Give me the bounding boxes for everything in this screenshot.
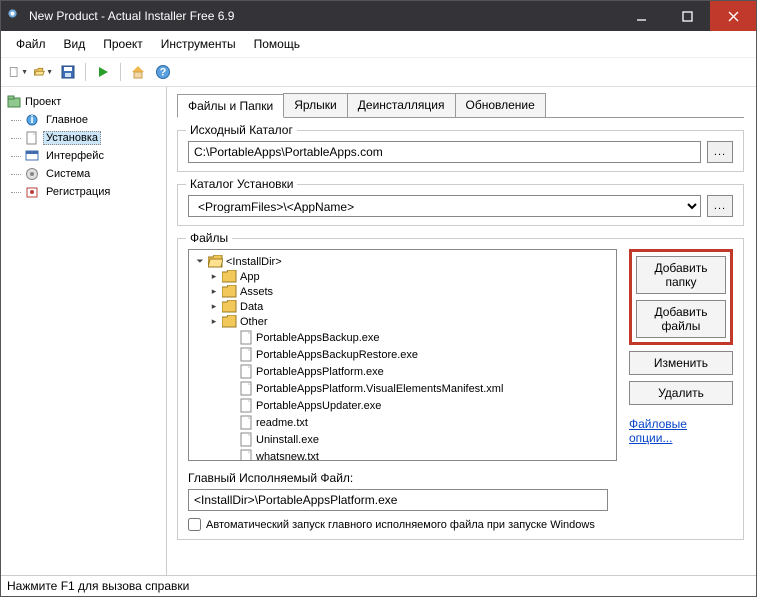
group-source-dir: Исходный Каталог ... <box>177 130 744 172</box>
main-exe-input[interactable] <box>188 489 608 511</box>
autorun-checkbox[interactable] <box>188 518 201 531</box>
sidebar-item-registration[interactable]: Регистрация <box>5 183 162 201</box>
group-install-dir: Каталог Установки <ProgramFiles>\<AppNam… <box>177 184 744 226</box>
tree-file[interactable]: PortableAppsPlatform.exe <box>227 363 610 380</box>
add-files-button[interactable]: Добавить файлы <box>636 300 726 338</box>
sidebar-item-install[interactable]: Установка <box>5 129 162 147</box>
toolbar: ▼ ▼ ? <box>1 58 756 87</box>
install-dir-browse-button[interactable]: ... <box>707 195 733 217</box>
delete-button[interactable]: Удалить <box>629 381 733 405</box>
tree-file[interactable]: PortableAppsBackup.exe <box>227 329 610 346</box>
tab-files[interactable]: Файлы и Папки <box>177 94 284 118</box>
sidebar-item-interface[interactable]: Интерфейс <box>5 147 162 165</box>
autorun-checkbox-row[interactable]: Автоматический запуск главного исполняем… <box>188 518 733 531</box>
highlight-box: Добавить папку Добавить файлы <box>629 249 733 345</box>
maximize-button[interactable] <box>664 1 710 31</box>
tab-uninstall[interactable]: Деинсталляция <box>347 93 456 117</box>
svg-text:i: i <box>30 114 33 126</box>
source-dir-browse-button[interactable]: ... <box>707 141 733 163</box>
svg-text:?: ? <box>160 67 167 79</box>
close-button[interactable] <box>710 1 756 31</box>
sidebar-item-main[interactable]: iГлавное <box>5 111 162 129</box>
build-button[interactable] <box>92 61 114 83</box>
home-button[interactable] <box>127 61 149 83</box>
menu-help[interactable]: Помощь <box>247 34 307 54</box>
window-title: New Product - Actual Installer Free 6.9 <box>29 9 618 23</box>
sidebar-root[interactable]: Проект <box>5 93 162 111</box>
tree-file[interactable]: PortableAppsUpdater.exe <box>227 397 610 414</box>
tab-update[interactable]: Обновление <box>455 93 546 117</box>
source-dir-input[interactable] <box>188 141 701 163</box>
status-bar: Нажмите F1 для вызова справки <box>1 575 756 596</box>
menu-view[interactable]: Вид <box>57 34 93 54</box>
tab-bar: Файлы и Папки Ярлыки Деинсталляция Обнов… <box>177 93 744 118</box>
tree-file[interactable]: readme.txt <box>227 414 610 431</box>
tree-root[interactable]: ⏷<InstallDir> <box>195 254 610 269</box>
menu-file[interactable]: Файл <box>9 34 53 54</box>
add-folder-button[interactable]: Добавить папку <box>636 256 726 294</box>
tree-file[interactable]: Uninstall.exe <box>227 431 610 448</box>
minimize-button[interactable] <box>618 1 664 31</box>
install-dir-select[interactable]: <ProgramFiles>\<AppName> <box>188 195 701 217</box>
help-button[interactable]: ? <box>152 61 174 83</box>
app-icon <box>7 8 23 24</box>
sidebar: Проект iГлавное Установка Интерфейс Сист… <box>1 87 166 575</box>
tree-folder[interactable]: ▸Data <box>209 299 610 314</box>
group-files: Файлы ⏷<InstallDir> ▸App ▸Assets ▸Data ▸… <box>177 238 744 540</box>
tree-file[interactable]: PortableAppsPlatform.VisualElementsManif… <box>227 380 610 397</box>
file-options-link[interactable]: Файловые опции... <box>629 417 733 445</box>
tab-shortcuts[interactable]: Ярлыки <box>283 93 348 117</box>
titlebar: New Product - Actual Installer Free 6.9 <box>1 1 756 31</box>
tree-file[interactable]: PortableAppsBackupRestore.exe <box>227 346 610 363</box>
menubar: Файл Вид Проект Инструменты Помощь <box>1 31 756 58</box>
content-panel: Файлы и Папки Ярлыки Деинсталляция Обнов… <box>166 87 756 575</box>
files-tree[interactable]: ⏷<InstallDir> ▸App ▸Assets ▸Data ▸Other … <box>188 249 617 461</box>
tree-folder[interactable]: ▸Other <box>209 314 610 329</box>
save-button[interactable] <box>57 61 79 83</box>
menu-tools[interactable]: Инструменты <box>154 34 243 54</box>
menu-project[interactable]: Проект <box>96 34 150 54</box>
open-button[interactable]: ▼ <box>32 61 54 83</box>
tree-file[interactable]: whatsnew.txt <box>227 448 610 461</box>
sidebar-item-system[interactable]: Система <box>5 165 162 183</box>
new-button[interactable]: ▼ <box>7 61 29 83</box>
edit-button[interactable]: Изменить <box>629 351 733 375</box>
tree-folder[interactable]: ▸Assets <box>209 284 610 299</box>
tree-folder[interactable]: ▸App <box>209 269 610 284</box>
main-exe-label: Главный Исполняемый Файл: <box>188 471 733 485</box>
